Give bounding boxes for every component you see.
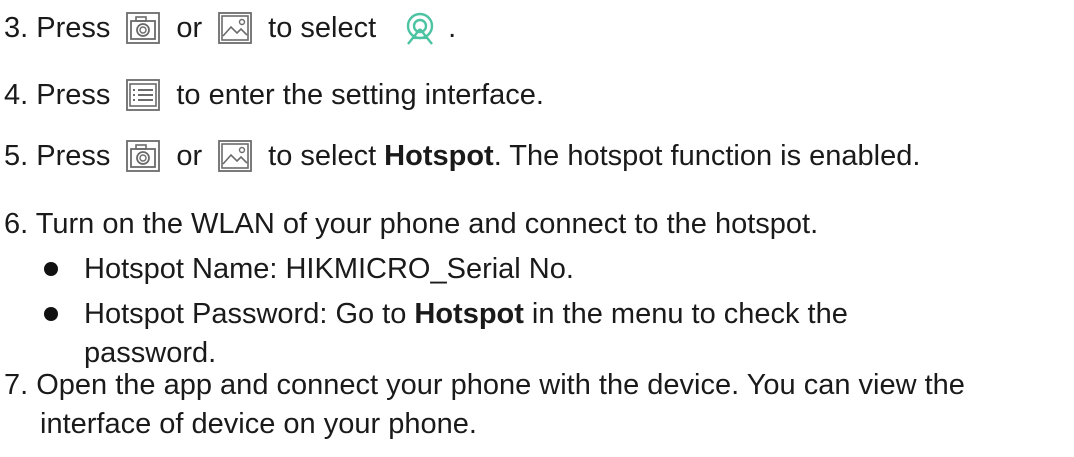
hotspot-password-continuation: password.: [84, 337, 217, 369]
step-5: 5. Press or to select Hotspot . The hots…: [4, 138, 920, 174]
step-6: 6. Turn on the WLAN of your phone and co…: [4, 206, 818, 242]
step-7-text-1: 7. Open the app and connect your phone w…: [4, 369, 965, 401]
step-5-hotspot-term: Hotspot: [384, 140, 494, 172]
hotspot-password-rest: in the menu to check the: [531, 298, 848, 330]
list-item: Hotspot Password: Go to Hotspot in the m…: [44, 296, 848, 332]
camera-icon: [126, 140, 161, 172]
step-3-prefix: 3. Press: [4, 12, 111, 44]
list-item: Hotspot Name: HIKMICRO_Serial No.: [44, 251, 574, 287]
step-6-text: 6. Turn on the WLAN of your phone and co…: [4, 208, 819, 240]
manual-page: 3. Press or to select . 4. Press to ente…: [0, 0, 1074, 457]
step-7-line-2: interface of device on your phone.: [40, 408, 477, 440]
hotspot-password-prefix: Hotspot Password: Go to: [84, 298, 407, 330]
hotspot-password-term: Hotspot: [414, 298, 524, 330]
step-5-rest: . The hotspot function is enabled.: [493, 140, 921, 172]
step-5-mid: to select: [268, 140, 377, 172]
step-5-prefix: 5. Press: [4, 140, 111, 172]
camera-icon: [126, 12, 161, 44]
step-4-prefix: 4. Press: [4, 79, 111, 111]
step-3-mid: to select: [268, 12, 377, 44]
menu-icon: [126, 79, 161, 111]
bullet-icon: [44, 307, 58, 321]
step-4: 4. Press to enter the setting interface.: [4, 77, 544, 113]
gallery-icon: [218, 140, 253, 172]
step-4-rest: to enter the setting interface.: [176, 79, 544, 111]
step-7-line-1: 7. Open the app and connect your phone w…: [4, 367, 965, 403]
gallery-icon: [218, 12, 253, 44]
step-3-end: .: [448, 12, 457, 44]
step-3: 3. Press or to select .: [4, 10, 456, 46]
hotspot-name-text: Hotspot Name: HIKMICRO_Serial No.: [84, 253, 574, 285]
hotspot-icon: [400, 11, 440, 45]
step-3-or: or: [176, 12, 203, 44]
step-5-or: or: [176, 140, 203, 172]
bullet-icon: [44, 262, 58, 276]
